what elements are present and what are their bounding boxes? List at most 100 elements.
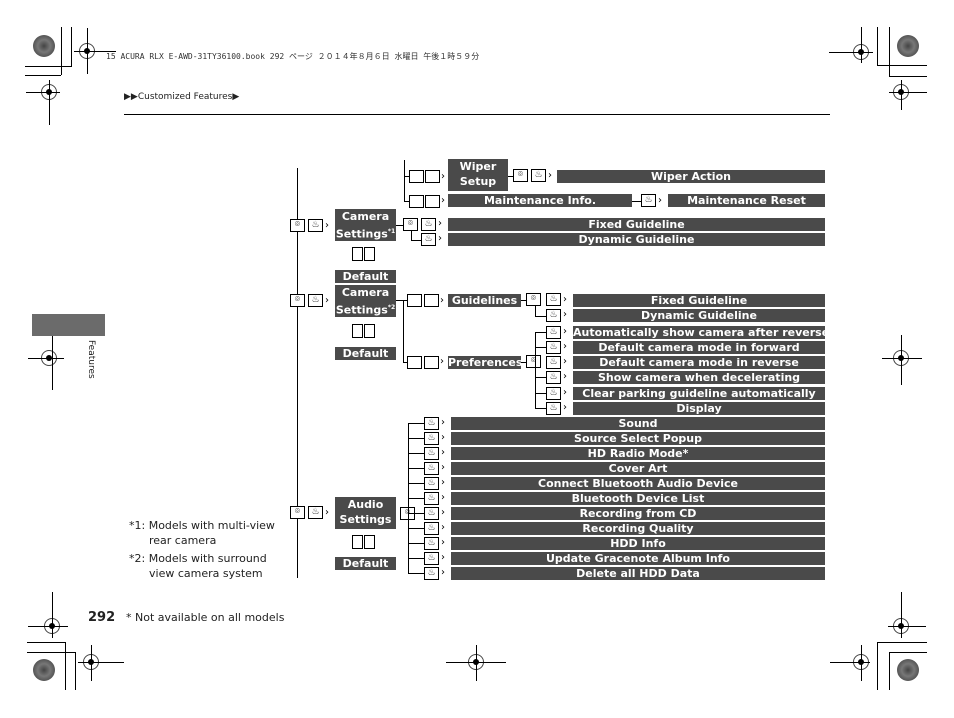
- crop-mark: [889, 27, 890, 77]
- tilt-icon: [364, 324, 375, 338]
- branch-line: [408, 453, 425, 454]
- tilt-icon: [364, 247, 375, 261]
- audio-item[interactable]: Connect Bluetooth Audio Device: [451, 477, 825, 490]
- press-icon: ♨: [546, 326, 561, 339]
- crop-mark: [28, 358, 64, 359]
- press-icon: ♨: [424, 477, 439, 490]
- camera1-dynamic-guideline[interactable]: Dynamic Guideline: [448, 233, 825, 246]
- audio-settings[interactable]: Audio Settings: [335, 497, 396, 529]
- crop-mark: [889, 76, 927, 77]
- tilt-icon: [352, 324, 363, 338]
- print-slug: 15 ACURA RLX E-AWD-31TY36100.book 292 ペー…: [106, 52, 480, 61]
- camera-settings-2[interactable]: Camera Settings*2: [335, 285, 396, 317]
- press-icon: ♨: [424, 552, 439, 565]
- arrow-icon: ›: [441, 417, 445, 428]
- arrow-icon: ›: [441, 507, 445, 518]
- tilt-icon: [352, 535, 363, 549]
- dial-icon: ⌾: [290, 506, 305, 519]
- press-icon: ♨: [308, 219, 323, 232]
- arrow-icon: ›: [563, 309, 567, 320]
- crop-mark: [877, 642, 927, 643]
- breadcrumb[interactable]: ▶▶Customized Features▶: [124, 92, 239, 102]
- audio-item[interactable]: Cover Art: [451, 462, 825, 475]
- camera-settings-1-default[interactable]: Default: [335, 270, 396, 283]
- press-icon: ♨: [546, 309, 561, 322]
- audio-settings-line1: Audio: [347, 498, 384, 511]
- press-icon: ♨: [424, 537, 439, 550]
- availability-note: * Not available on all models: [126, 611, 285, 624]
- branch-line: [535, 393, 546, 394]
- branch-line: [535, 377, 546, 378]
- branch-line: [408, 438, 425, 439]
- audio-item[interactable]: Recording from CD: [451, 507, 825, 520]
- audio-settings-default[interactable]: Default: [335, 557, 396, 570]
- arrow-icon: ›: [441, 432, 445, 443]
- maintenance-reset[interactable]: Maintenance Reset: [668, 194, 825, 207]
- arrow-icon: ›: [441, 537, 445, 548]
- guidelines-dynamic[interactable]: Dynamic Guideline: [573, 309, 825, 322]
- arrow-icon: ›: [325, 507, 329, 518]
- maintenance-info[interactable]: Maintenance Info.: [448, 194, 632, 207]
- tilt-icon: [424, 356, 439, 369]
- preference-item[interactable]: Default camera mode in forward: [573, 341, 825, 354]
- branch-line: [408, 513, 425, 514]
- crop-mark: [830, 662, 870, 663]
- guidelines[interactable]: Guidelines: [448, 294, 521, 307]
- crop-mark: [71, 27, 72, 67]
- crop-mark: [888, 626, 926, 627]
- branch-line: [535, 347, 546, 348]
- audio-item[interactable]: Sound: [451, 417, 825, 430]
- camera-settings-2-line1: Camera: [341, 286, 390, 299]
- audio-item[interactable]: HD Radio Mode*: [451, 447, 825, 460]
- press-icon: ♨: [421, 233, 436, 246]
- crop-mark: [25, 75, 61, 76]
- audio-item[interactable]: Source Select Popup: [451, 432, 825, 445]
- audio-item[interactable]: Bluetooth Device List: [451, 492, 825, 505]
- wiper-setup[interactable]: Wiper Setup: [448, 159, 508, 191]
- crop-mark: [877, 642, 878, 690]
- press-icon: ♨: [531, 169, 546, 182]
- arrow-icon: ›: [563, 387, 567, 398]
- crop-mark: [26, 92, 60, 93]
- tilt-icon: [407, 294, 422, 307]
- branch-line: [535, 316, 546, 317]
- preference-item[interactable]: Display: [573, 402, 825, 415]
- dial-icon: ⌾: [526, 355, 541, 368]
- wiper-setup-line1: Wiper: [459, 160, 497, 173]
- preference-item[interactable]: Show camera when decelerating: [573, 371, 825, 384]
- tilt-icon: [409, 170, 424, 183]
- crop-mark: [27, 652, 75, 653]
- guidelines-fixed[interactable]: Fixed Guideline: [573, 294, 825, 307]
- camera-settings-2-default[interactable]: Default: [335, 347, 396, 360]
- crop-mark: [27, 642, 65, 643]
- arrow-icon: ›: [563, 341, 567, 352]
- preference-item[interactable]: Automatically show camera after reverse: [573, 326, 825, 339]
- crop-mark: [61, 27, 62, 75]
- audio-item[interactable]: Recording Quality: [451, 522, 825, 535]
- footnote-ref: *2: [387, 304, 396, 311]
- branch-line: [408, 558, 425, 559]
- arrow-icon: ›: [441, 552, 445, 563]
- branch-line: [408, 498, 425, 499]
- wiper-action[interactable]: Wiper Action: [557, 170, 825, 183]
- preference-item[interactable]: Default camera mode in reverse: [573, 356, 825, 369]
- tilt-icon: [424, 294, 439, 307]
- crop-mark: [65, 642, 66, 690]
- branch-line: [408, 528, 425, 529]
- side-tab-label: Features: [86, 340, 96, 379]
- header-rule: [124, 114, 830, 115]
- crop-mark: [901, 592, 902, 638]
- audio-item[interactable]: Delete all HDD Data: [451, 567, 825, 580]
- crop-mark: [78, 662, 124, 663]
- preferences[interactable]: Preferences: [448, 356, 521, 369]
- camera-settings-1[interactable]: Camera Settings*1: [335, 209, 396, 241]
- audio-item[interactable]: Update Gracenote Album Info: [451, 552, 825, 565]
- camera1-fixed-guideline[interactable]: Fixed Guideline: [448, 218, 825, 231]
- audio-item[interactable]: HDD Info: [451, 537, 825, 550]
- footnote-2-line2: view camera system: [149, 567, 263, 580]
- press-icon: ♨: [424, 522, 439, 535]
- preference-item[interactable]: Clear parking guideline automatically: [573, 387, 825, 400]
- tilt-icon: [409, 195, 424, 208]
- footnote-1-line2: rear camera: [149, 534, 217, 547]
- registration-disc-top-left: [33, 35, 55, 57]
